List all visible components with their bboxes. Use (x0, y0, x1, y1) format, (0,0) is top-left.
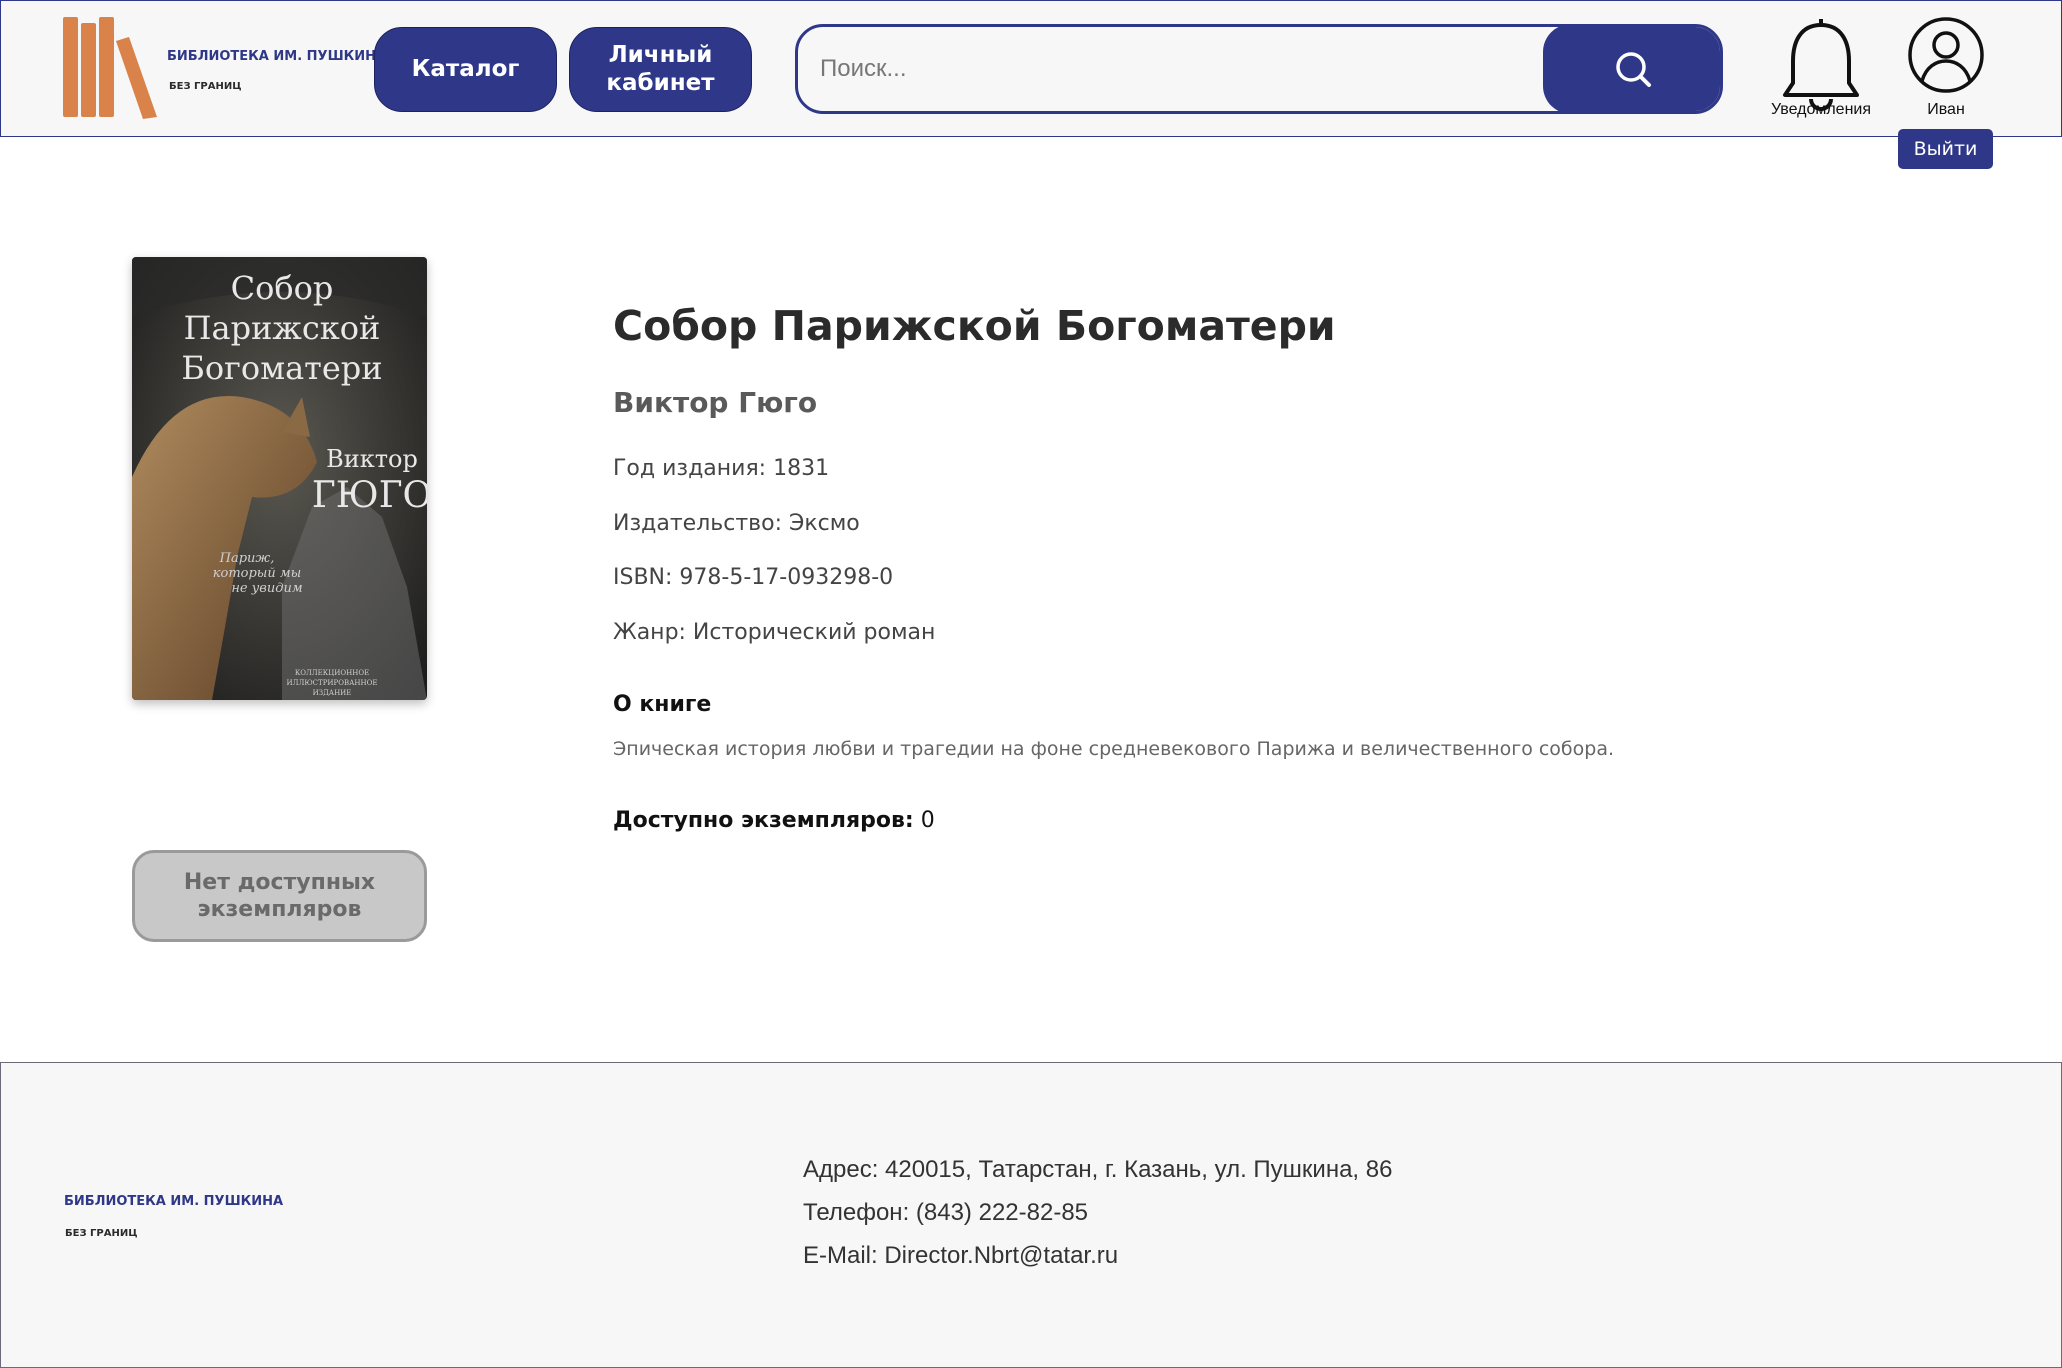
search-bar (795, 24, 1723, 114)
available-copies-count: 0 (920, 808, 935, 833)
cover-tagline-line-1: Париж, (219, 551, 275, 566)
book-isbn: ISBN: 978-5-17-093298-0 (613, 565, 894, 590)
footer-phone: Телефон: (843) 222-82-85 (803, 1199, 1089, 1226)
catalog-button[interactable]: Каталог (374, 27, 557, 112)
available-copies: Доступно экземпляров: 0 (613, 808, 935, 833)
about-heading: О книге (613, 692, 712, 717)
cover-author-line-1: Виктор (326, 445, 418, 473)
book-author: Виктор Гюго (613, 386, 818, 419)
library-logo-subtitle: БЕЗ ГРАНИЦ (169, 81, 242, 92)
about-description: Эпическая история любви и трагедии на фо… (613, 738, 1615, 760)
search-button[interactable] (1543, 27, 1720, 111)
book-publisher: Издательство: Эксмо (613, 511, 860, 536)
site-header: БИБЛИОТЕКА ИМ. ПУШКИНА БЕЗ ГРАНИЦ Катало… (0, 0, 2062, 137)
user-name[interactable]: Иван (1927, 101, 1965, 119)
no-copies-button[interactable]: Нет доступных экземпляров (132, 850, 427, 942)
user-avatar-icon[interactable] (1906, 15, 1986, 95)
cover-title-line-3: Богоматери (181, 349, 382, 387)
footer-email[interactable]: E-Mail: Director.Nbrt@tatar.ru (803, 1242, 1118, 1270)
logout-button[interactable]: Выйти (1898, 129, 1993, 169)
cover-edition-line-1: КОЛЛЕКЦИОННОЕ (295, 669, 369, 677)
cover-tagline-line-3: не увидим (231, 581, 302, 596)
library-logo-icon[interactable] (61, 15, 161, 119)
book-cover-image: Собор Парижской Богоматери Виктор ГЮГО П… (132, 257, 427, 700)
available-copies-label: Доступно экземпляров: (613, 808, 914, 833)
book-genre: Жанр: Исторический роман (613, 620, 936, 645)
book-title: Собор Парижской Богоматери (613, 302, 1336, 350)
cover-author-line-2: ГЮГО (312, 475, 427, 516)
notifications-label[interactable]: Уведомления (1771, 101, 1871, 119)
library-logo-title: БИБЛИОТЕКА ИМ. ПУШКИНА (167, 49, 387, 64)
cover-tagline-line-2: который мы (213, 566, 302, 581)
cover-edition-line-3: ИЗДАНИЕ (313, 689, 352, 697)
cover-title-line-2: Парижской (184, 309, 381, 347)
cover-title-line-1: Собор (231, 269, 334, 307)
search-icon (1616, 52, 1651, 87)
footer-address: Адрес: 420015, Татарстан, г. Казань, ул.… (803, 1156, 1393, 1183)
search-input[interactable] (820, 27, 1540, 111)
footer-logo-title: БИБЛИОТЕКА ИМ. ПУШКИНА (64, 1194, 284, 1209)
footer-logo-subtitle: БЕЗ ГРАНИЦ (65, 1228, 138, 1239)
cover-edition-line-2: ИЛЛЮСТРИРОВАННОЕ (287, 679, 378, 687)
book-year: Год издания: 1831 (613, 456, 830, 481)
personal-cabinet-button[interactable]: Личный кабинет (569, 27, 752, 112)
